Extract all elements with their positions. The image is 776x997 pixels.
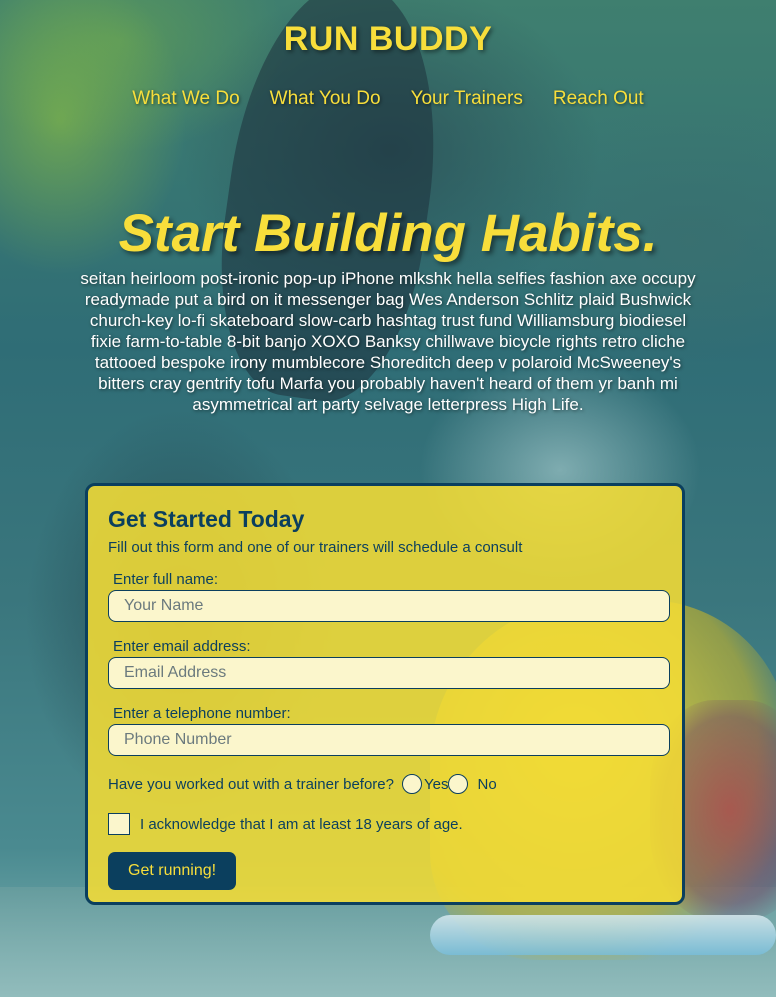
phone-input[interactable] [108, 724, 670, 756]
nav-item-what-we-do[interactable]: What We Do [132, 88, 239, 110]
phone-label: Enter a telephone number: [113, 705, 291, 722]
hero-text: seitan heirloom post-ironic pop-up iPhon… [80, 269, 696, 414]
hero-title: Start Building Habits. [118, 204, 658, 263]
nav-item-your-trainers[interactable]: Your Trainers [411, 88, 523, 110]
form-subtitle: Fill out this form and one of our traine… [108, 539, 523, 556]
name-label: Enter full name: [113, 571, 219, 588]
name-input[interactable] [108, 590, 670, 622]
main-nav: What We Do What You Do Your Trainers Rea… [0, 88, 776, 110]
no-radio[interactable] [448, 774, 469, 794]
age-acknowledgement: I acknowledge that I am at least 18 year… [108, 813, 463, 835]
email-label: Enter email address: [113, 638, 251, 655]
trainer-question-text: Have you worked out with a trainer befor… [108, 775, 394, 793]
age-checkbox-label: I acknowledge that I am at least 18 year… [140, 815, 463, 833]
yes-label: Yes [424, 775, 449, 793]
email-input[interactable] [108, 657, 670, 689]
nav-item-what-you-do[interactable]: What You Do [270, 88, 381, 110]
trainer-question: Have you worked out with a trainer befor… [108, 774, 497, 794]
brand-title: RUN BUDDY [283, 20, 493, 58]
shoe-sole-shape [430, 915, 776, 955]
yes-radio[interactable] [402, 774, 422, 794]
form-title: Get Started Today [108, 506, 305, 532]
age-checkbox[interactable] [108, 813, 130, 835]
submit-button[interactable]: Get running! [108, 852, 237, 890]
no-label: No [477, 775, 497, 793]
nav-item-reach-out[interactable]: Reach Out [553, 88, 644, 110]
signup-form: Get Started Today Fill out this form and… [85, 483, 685, 905]
